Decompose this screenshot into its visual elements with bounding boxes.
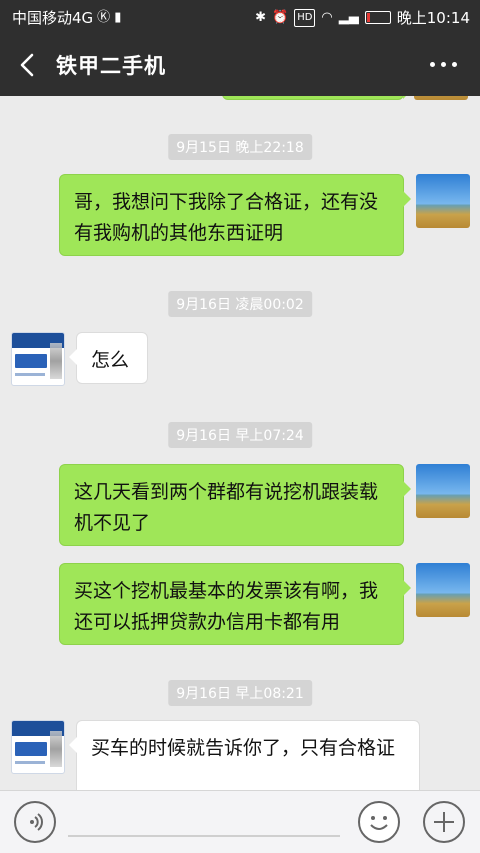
hd-icon: HD — [294, 8, 316, 27]
bluetooth-icon: ✱ — [255, 9, 266, 25]
status-time: 晚上10:14 — [396, 9, 470, 27]
message-bubble-sent[interactable]: 哥，我想问下我除了合格证，还有没有我购机的其他东西证明 — [59, 174, 411, 256]
message-bubble-received[interactable]: 怎么 — [69, 332, 148, 384]
input-bar — [0, 790, 480, 853]
alarm-icon: ⏰ — [272, 9, 289, 25]
notification-icon: ▮ — [114, 9, 122, 25]
back-arrow-icon[interactable] — [16, 52, 40, 78]
voice-input-icon[interactable] — [14, 801, 56, 843]
my-avatar[interactable] — [416, 464, 470, 518]
status-bar: 中国移动4G Ⓚ ▮ ✱ ⏰ HD ◠ ▂▄ 晚上10:14 — [0, 0, 480, 34]
chat-area[interactable]: 9月15日 晚上22:18 哥，我想问下我除了合格证，还有没有我购机的其他东西证… — [0, 96, 480, 790]
message-bubble-sent[interactable]: 买这个挖机最基本的发票该有啊，我还可以抵押贷款办信用卡都有用 — [59, 563, 411, 645]
message-bubble-sent[interactable]: 这几天看到两个群都有说挖机跟装载机不见了 — [59, 464, 411, 546]
battery-icon — [364, 11, 391, 24]
timestamp: 9月16日 早上07:24 — [168, 422, 312, 448]
message-input[interactable] — [68, 835, 340, 837]
chat-title: 铁甲二手机 — [56, 54, 166, 78]
timestamp: 9月16日 早上08:21 — [168, 680, 312, 706]
my-avatar[interactable] — [416, 563, 470, 617]
my-avatar[interactable] — [414, 96, 468, 100]
more-functions-icon[interactable] — [423, 801, 465, 843]
chat-header: 铁甲二手机 — [0, 34, 480, 96]
shop-avatar[interactable] — [11, 720, 65, 774]
my-avatar[interactable] — [416, 174, 470, 228]
more-options-icon[interactable] — [430, 62, 458, 70]
emoji-icon[interactable] — [358, 801, 400, 843]
carrier-label: 中国移动4G — [12, 9, 94, 27]
wifi-icon: ◠ — [321, 9, 333, 25]
timestamp: 9月15日 晚上22:18 — [168, 134, 312, 160]
signal-4g-icon: ▂▄ — [338, 9, 359, 25]
k-badge-icon: Ⓚ — [97, 9, 111, 25]
shop-avatar[interactable] — [11, 332, 65, 386]
timestamp: 9月16日 凌晨00:02 — [168, 291, 312, 317]
message-bubble-received[interactable]: 买车的时候就告诉你了，只有合格证 — [69, 720, 420, 790]
previous-message-bubble[interactable] — [222, 96, 411, 100]
